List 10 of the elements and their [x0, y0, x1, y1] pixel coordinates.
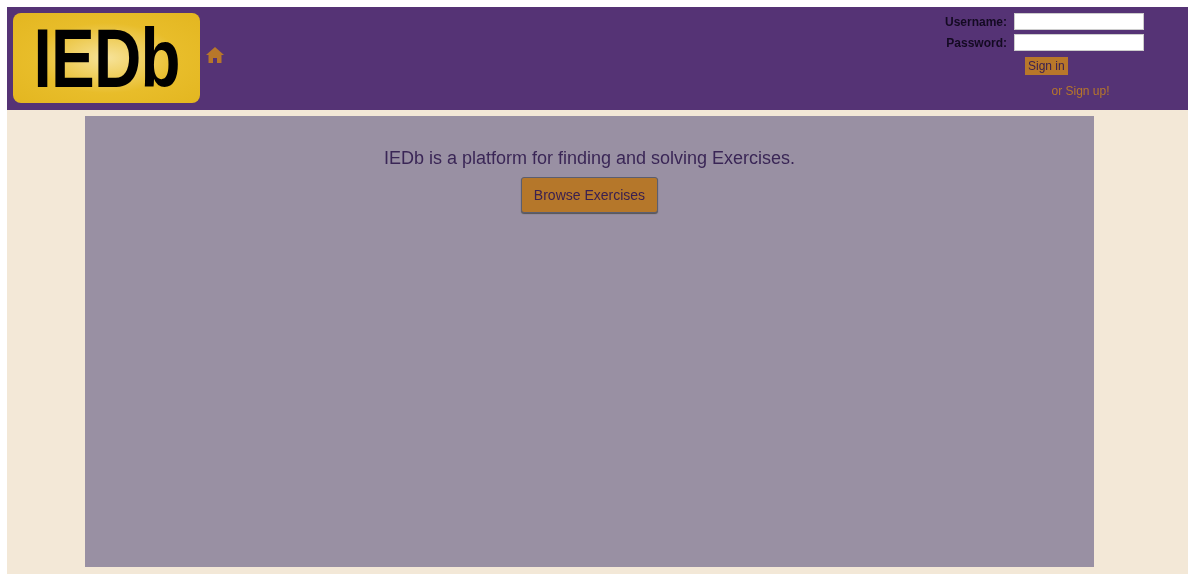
username-field[interactable] — [1014, 13, 1144, 30]
sign-up-link[interactable]: or Sign up! — [1051, 84, 1110, 98]
password-label: Password: — [945, 35, 1007, 50]
password-field[interactable] — [1014, 34, 1144, 51]
username-label: Username: — [944, 14, 1007, 29]
intro-text: IEDb is a platform for finding and solving Exercises. — [383, 148, 796, 169]
logo[interactable]: IEDb — [13, 13, 200, 103]
browse-exercises-button[interactable]: Browse Exercises — [520, 177, 659, 213]
home-icon[interactable] — [206, 47, 224, 63]
sign-in-button[interactable]: Sign in — [1025, 57, 1068, 75]
